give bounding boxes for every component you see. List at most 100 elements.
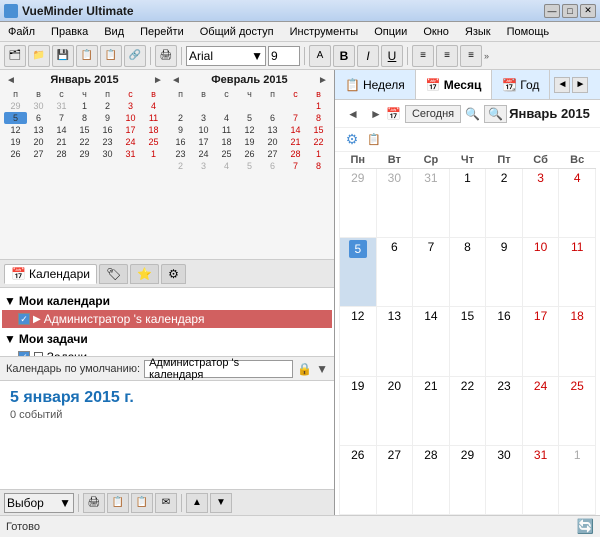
large-cal-day[interactable]: 8 — [449, 238, 486, 307]
large-cal-day[interactable]: 2 — [486, 169, 523, 238]
mini-feb-day[interactable]: 25 — [215, 148, 238, 160]
tab-settings[interactable]: ⚙ — [161, 264, 186, 284]
large-cal-day[interactable]: 30 — [376, 169, 413, 238]
mini-jan-day[interactable]: 21 — [50, 136, 73, 148]
mini-jan-day[interactable]: 27 — [27, 148, 50, 160]
mini-jan-day[interactable]: 10 — [119, 112, 142, 124]
mini-feb-day[interactable]: 4 — [215, 160, 238, 172]
toolbar-italic[interactable]: I — [357, 45, 379, 67]
large-cal-day[interactable]: 16 — [486, 307, 523, 376]
mini-feb-day[interactable]: 9 — [169, 124, 192, 136]
large-cal-day[interactable]: 31 — [522, 445, 559, 514]
mini-feb-day[interactable] — [238, 100, 261, 112]
large-cal-day[interactable]: 17 — [522, 307, 559, 376]
mini-feb-day[interactable] — [261, 100, 284, 112]
mini-feb-day[interactable]: 6 — [261, 112, 284, 124]
mini-jan-day[interactable]: 17 — [119, 124, 142, 136]
mini-feb-day[interactable]: 21 — [284, 136, 307, 148]
menu-window[interactable]: Окно — [419, 24, 453, 40]
mini-jan-day[interactable]: 30 — [96, 148, 119, 160]
nav-prev-view[interactable]: ◄ — [554, 77, 570, 93]
mini-feb-day[interactable]: 4 — [215, 112, 238, 124]
mini-jan-next[interactable]: ► — [151, 75, 165, 86]
toolbar-bold[interactable]: B — [333, 45, 355, 67]
mini-jan-day[interactable]: 13 — [27, 124, 50, 136]
mini-feb-day[interactable]: 11 — [215, 124, 238, 136]
mini-feb-day[interactable]: 8 — [307, 112, 330, 124]
large-cal-day[interactable]: 19 — [340, 376, 377, 445]
mini-feb-day[interactable]: 8 — [307, 160, 330, 172]
large-cal-day[interactable]: 14 — [413, 307, 450, 376]
large-cal-day[interactable]: 7 — [413, 238, 450, 307]
menu-tools[interactable]: Инструменты — [286, 24, 363, 40]
large-cal-day[interactable]: 31 — [413, 169, 450, 238]
mini-feb-day[interactable]: 12 — [238, 124, 261, 136]
menu-go[interactable]: Перейти — [136, 24, 188, 40]
mini-jan-day[interactable]: 1 — [73, 100, 96, 112]
mini-feb-day[interactable]: 15 — [307, 124, 330, 136]
mini-jan-day[interactable]: 5 — [4, 112, 27, 124]
large-cal-day[interactable]: 25 — [559, 376, 596, 445]
maximize-button[interactable]: □ — [562, 4, 578, 18]
tree-item-my-calendar[interactable]: ✓ ▶ Администратор 's календаря — [2, 310, 332, 328]
large-cal-day[interactable]: 12 — [340, 307, 377, 376]
bottom-btn-print[interactable]: 🖨 — [83, 493, 105, 513]
large-cal-day[interactable]: 23 — [486, 376, 523, 445]
large-cal-day[interactable]: 3 — [522, 169, 559, 238]
mini-feb-day[interactable]: 17 — [192, 136, 215, 148]
toolbar-align-center[interactable]: ≡ — [436, 45, 458, 67]
large-cal-day[interactable]: 26 — [340, 445, 377, 514]
mini-jan-day[interactable]: 3 — [119, 100, 142, 112]
mini-feb-next[interactable]: ► — [316, 75, 330, 86]
mini-jan-day[interactable]: 25 — [142, 136, 165, 148]
mini-jan-day[interactable]: 11 — [142, 112, 165, 124]
close-button[interactable]: ✕ — [580, 4, 596, 18]
tree-item-tasks[interactable]: ✓ ☐ Задачи — [2, 348, 332, 356]
menu-file[interactable]: Файл — [4, 24, 39, 40]
mini-feb-day[interactable]: 28 — [284, 148, 307, 160]
large-cal-day[interactable]: 18 — [559, 307, 596, 376]
mini-feb-day[interactable]: 3 — [192, 160, 215, 172]
mini-feb-day[interactable]: 1 — [307, 100, 330, 112]
mini-feb-day[interactable]: 24 — [192, 148, 215, 160]
settings-icon-btn[interactable]: 📋 — [365, 131, 383, 149]
tree-section-calendars-header[interactable]: ▼ Мои календари — [2, 292, 332, 310]
large-cal-zoom-in[interactable]: 🔍 — [484, 105, 507, 123]
mini-jan-day[interactable]: 30 — [27, 100, 50, 112]
mini-feb-day[interactable] — [215, 100, 238, 112]
toolbar-underline[interactable]: U — [381, 45, 403, 67]
mini-feb-day[interactable] — [284, 100, 307, 112]
mini-feb-prev[interactable]: ◄ — [169, 75, 183, 86]
mini-feb-day[interactable]: 7 — [284, 160, 307, 172]
large-cal-day[interactable]: 1 — [559, 445, 596, 514]
dropdown-arrow[interactable]: ▼ — [316, 362, 328, 376]
view-tab-month[interactable]: 📅 Месяц — [416, 70, 493, 99]
mini-jan-day[interactable]: 26 — [4, 148, 27, 160]
bottom-btn-up[interactable]: ▲ — [186, 493, 208, 513]
mini-jan-day[interactable]: 19 — [4, 136, 27, 148]
mini-feb-day[interactable]: 2 — [169, 112, 192, 124]
tab-star[interactable]: ⭐ — [130, 264, 159, 284]
mini-feb-day[interactable]: 18 — [215, 136, 238, 148]
mini-feb-day[interactable]: 14 — [284, 124, 307, 136]
large-cal-day[interactable]: 29 — [449, 445, 486, 514]
mini-feb-day[interactable]: 6 — [261, 160, 284, 172]
view-tab-year[interactable]: 📆 Год — [492, 70, 550, 99]
mini-feb-day[interactable]: 22 — [307, 136, 330, 148]
mini-jan-day[interactable]: 8 — [73, 112, 96, 124]
mini-jan-prev[interactable]: ◄ — [4, 75, 18, 86]
toolbar-btn-7[interactable]: 🖨 — [155, 45, 177, 67]
mini-feb-day[interactable]: 23 — [169, 148, 192, 160]
mini-feb-day[interactable]: 1 — [307, 148, 330, 160]
large-cal-prev[interactable]: ◄ — [343, 105, 363, 123]
menu-options[interactable]: Опции — [370, 24, 411, 40]
mini-jan-day[interactable]: 12 — [4, 124, 27, 136]
large-cal-day[interactable]: 29 — [340, 169, 377, 238]
mini-jan-day[interactable]: 31 — [50, 100, 73, 112]
large-cal-day[interactable]: 21 — [413, 376, 450, 445]
large-cal-day[interactable]: 24 — [522, 376, 559, 445]
menu-view[interactable]: Вид — [100, 24, 128, 40]
bottom-btn-mail[interactable]: ✉ — [155, 493, 177, 513]
mini-jan-day[interactable]: 14 — [50, 124, 73, 136]
toolbar-btn-2[interactable]: 📁 — [28, 45, 50, 67]
